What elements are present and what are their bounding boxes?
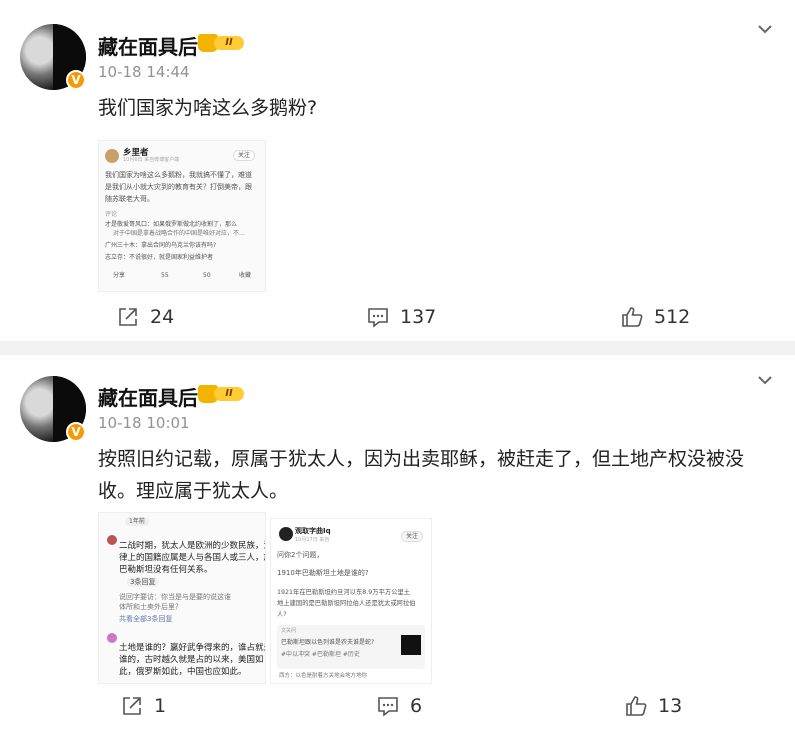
thumbs-up-icon	[626, 696, 647, 716]
embedded-body-line: 是我们从小就大灾到的教育有关？打倒美帝，跟	[105, 183, 252, 191]
embedded-line: 律上的国籍应属是人与各国人或三人，放	[119, 553, 266, 563]
share-count: 24	[150, 306, 175, 328]
embedded-line: 人?	[277, 611, 287, 618]
embedded-card-label: 文关问	[281, 628, 297, 634]
embedded-fav: 收藏	[239, 272, 252, 279]
avatar[interactable]: V	[20, 24, 86, 90]
chevron-down-icon[interactable]	[756, 371, 774, 389]
embedded-line: 1910年巴勒斯坦土地是谁的?	[277, 569, 369, 577]
post-image-left[interactable]: 1年前 二战时期，犹太人是欧洲的少数民族，法 律上的国籍应属是人与各国人或三人，…	[98, 512, 266, 684]
embedded-avatar	[105, 149, 119, 163]
comment-icon	[368, 308, 388, 328]
embedded-avatar	[107, 535, 117, 545]
embedded-comment: 广州三十木：拿出合同的乌克兰你该有吗?	[105, 242, 217, 249]
embedded-subtitle: 10月17日 来自	[295, 537, 330, 543]
embedded-line: 地上建国的是巴勒斯坦阿拉伯人还是犹太或阿拉伯	[277, 600, 416, 607]
embedded-line: 1921年在巴勒斯坦约旦河以东8.9万平方公里土	[277, 589, 411, 596]
post-image-right[interactable]: 观取字曲Iq 10月17日 来自 关注 问你2个问题， 1910年巴勒斯坦土地是…	[270, 518, 432, 684]
embedded-follow-button: 关注	[233, 150, 256, 162]
post-divider	[0, 341, 795, 355]
comment-button[interactable]: 137	[366, 305, 436, 329]
embedded-reply: 共看全部3条回复	[119, 615, 173, 623]
embedded-line: 巴勒斯坦没有任何关系。	[119, 565, 213, 575]
embedded-comment: 志立存：不说很好，就是国家利益维护者	[105, 254, 214, 261]
embedded-footer: 西方：以色是耐着方关地会地方地你	[279, 673, 368, 679]
comment-count: 6	[410, 695, 423, 717]
embedded-line: 谁的，古时越久就是占的以来，美国如	[119, 655, 264, 665]
post-image[interactable]: 乡里者 10月6日 来自微博客户端 关注 我们国家为啥这么多鹅粉，我就搞不懂了，…	[98, 140, 266, 292]
post-text: 我们国家为啥这么多鹅粉?	[98, 97, 318, 119]
embedded-like-count: 50	[203, 272, 211, 279]
share-button[interactable]: 1	[120, 694, 166, 718]
embedded-line: 土地是谁的？赢好武争得来的，谁占就是	[119, 643, 266, 653]
post-time: 10-18 10:01	[98, 414, 190, 432]
share-button[interactable]: 24	[116, 305, 174, 329]
comment-button[interactable]: 6	[376, 694, 422, 718]
embedded-body-line: 随苏联老大哥。	[105, 195, 154, 203]
share-icon	[119, 308, 137, 326]
embedded-body-line: 我们国家为啥这么多鹅粉，我就搞不懂了，难道	[105, 171, 252, 179]
like-button[interactable]: 512	[620, 305, 690, 329]
post-text: 按照旧约记载，原属于犹太人，因为出卖耶稣，被赶走了，但土地产权没被没收。理应属于…	[98, 448, 745, 502]
share-icon	[123, 697, 141, 715]
embedded-card-tags: #中以冲突 #巴勒斯坦 #历史	[281, 651, 360, 658]
embedded-share: 分享	[113, 272, 126, 279]
embedded-reply: 体所和土卖外后里？	[119, 603, 182, 611]
embedded-avatar	[107, 633, 117, 643]
level-badge-icon: II	[198, 34, 244, 52]
author-name[interactable]: 藏在面具后	[98, 31, 198, 60]
author-name[interactable]: 藏在面具后	[98, 382, 198, 411]
embedded-follow-button: 关注	[401, 531, 424, 543]
post-time: 10-18 14:44	[98, 63, 190, 81]
embedded-line: 二战时期，犹太人是欧洲的少数民族，法	[119, 541, 266, 551]
verified-badge-icon: V	[66, 70, 86, 90]
share-count: 1	[154, 695, 167, 717]
comment-icon	[378, 697, 398, 717]
embedded-card: 文关问 巴勒斯坦跟以色列谁是农夫谁是蛇? #中以冲突 #巴勒斯坦 #历史	[277, 625, 425, 669]
embedded-card-title: 巴勒斯坦跟以色列谁是农夫谁是蛇?	[281, 639, 375, 646]
level-badge-icon: II	[198, 385, 244, 403]
chevron-down-icon[interactable]	[756, 20, 774, 38]
embedded-comment-count: 55	[161, 272, 169, 279]
embedded-comment: 对于中国是拿着战略合作的中国是唯好对应，不...	[113, 230, 245, 237]
avatar[interactable]: V	[20, 376, 86, 442]
like-count: 512	[654, 306, 691, 328]
embedded-line: 问你2个问题，	[277, 551, 324, 559]
embedded-line: 此，俄罗斯如此，中国也应如此。	[119, 667, 247, 677]
embedded-avatar	[279, 527, 293, 541]
embedded-comments-label: 评论	[105, 211, 118, 218]
embedded-comment: 才是敬爱哥风口：如果俄罗斯做北约收割了，那么	[105, 221, 238, 228]
embedded-reply: 说回字要访：你当是与是要的说这谁	[119, 593, 231, 601]
embedded-more: 3条回复	[127, 577, 159, 588]
comment-count: 137	[400, 306, 437, 328]
embedded-subtitle: 10月6日 来自微博客户端	[123, 157, 180, 163]
embedded-tag: 1年前	[125, 517, 149, 527]
like-count: 13	[658, 695, 683, 717]
verified-badge-icon: V	[66, 422, 86, 442]
thumbs-up-icon	[622, 307, 643, 327]
video-thumbnail	[401, 635, 421, 655]
embedded-author: 观取字曲Iq	[295, 527, 331, 535]
like-button[interactable]: 13	[624, 694, 682, 718]
